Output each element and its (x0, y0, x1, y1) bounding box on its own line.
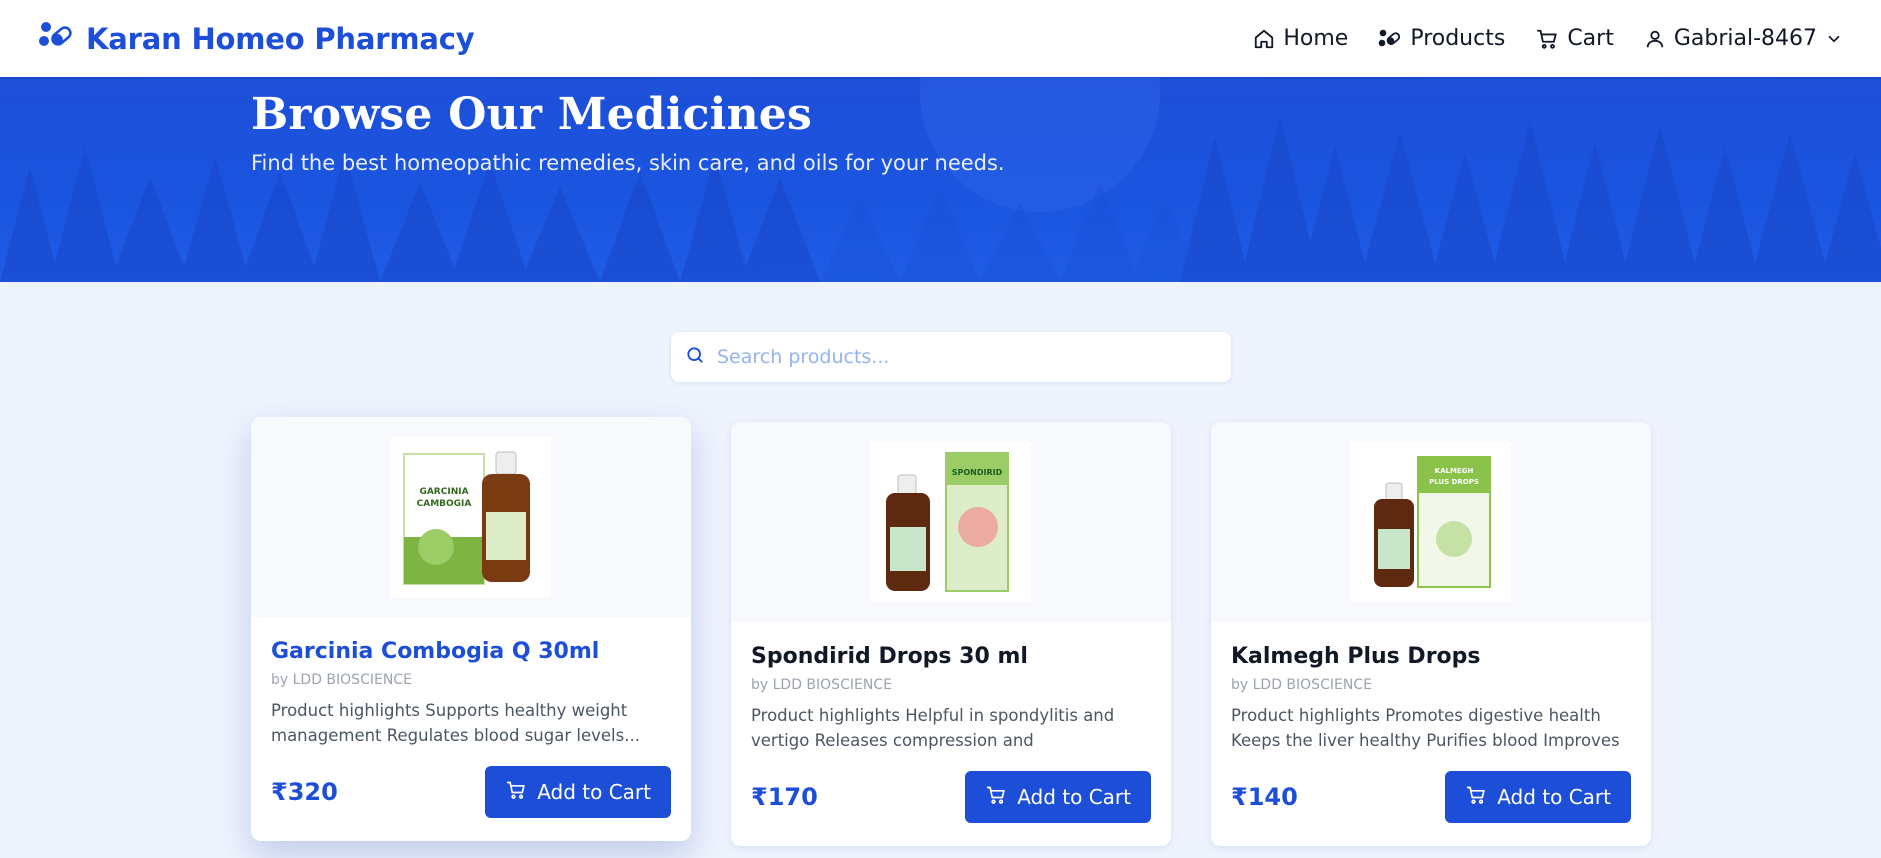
search-bar (671, 332, 1231, 382)
product-image[interactable]: GARCINIA CAMBOGIA (391, 437, 551, 597)
product-card[interactable]: SPONDIRID Spondirid Drops 30 ml by LDD B… (731, 422, 1171, 846)
product-description: Product highlights Promotes digestive he… (1231, 706, 1620, 750)
nav-products-label: Products (1410, 26, 1506, 51)
product-description: Product highlights Helpful in spondyliti… (751, 706, 1115, 750)
nav-home-label: Home (1283, 26, 1349, 51)
cart-icon (505, 780, 527, 805)
product-image[interactable]: KALMEGH PLUS DROPS (1351, 442, 1511, 602)
nav-cart[interactable]: Cart (1535, 26, 1614, 51)
nav-cart-label: Cart (1567, 26, 1614, 51)
cart-icon (985, 785, 1007, 810)
svg-text:KALMEGH: KALMEGH (1435, 467, 1474, 475)
search-input[interactable] (717, 346, 1197, 368)
page-title: Browse Our Medicines (251, 89, 812, 140)
cart-icon (1535, 28, 1559, 50)
page-subtitle: Find the best homeopathic remedies, skin… (251, 151, 1005, 175)
product-image-area: GARCINIA CAMBOGIA (251, 417, 691, 617)
user-name: Gabrial-8467 (1673, 26, 1817, 51)
hero-banner: Browse Our Medicines Find the best homeo… (0, 77, 1881, 282)
add-to-cart-button[interactable]: Add to Cart (485, 766, 671, 818)
product-name[interactable]: Garcinia Combogia Q 30ml (271, 639, 671, 664)
home-icon (1253, 28, 1275, 50)
product-brand: by LDD BIOSCIENCE (1231, 677, 1372, 693)
add-to-cart-label: Add to Cart (537, 780, 651, 804)
nav-home[interactable]: Home (1253, 26, 1348, 51)
svg-text:GARCINIA: GARCINIA (419, 487, 468, 497)
pills-icon (38, 20, 74, 57)
svg-text:SPONDIRID: SPONDIRID (952, 468, 1003, 477)
svg-text:CAMBOGIA: CAMBOGIA (417, 499, 472, 509)
product-image-area: SPONDIRID (731, 422, 1171, 622)
product-image[interactable]: SPONDIRID (871, 442, 1031, 602)
product-brand: by LDD BIOSCIENCE (271, 672, 412, 688)
main-nav: Home Products Cart Gabrial-8467 (1253, 26, 1843, 51)
chevron-down-icon (1825, 30, 1843, 48)
product-price: ₹170 (751, 783, 818, 811)
pills-icon (1378, 28, 1402, 50)
product-description: Product highlights Supports healthy weig… (271, 701, 640, 745)
brand-logo[interactable]: Karan Homeo Pharmacy (38, 20, 475, 57)
add-to-cart-label: Add to Cart (1497, 785, 1611, 809)
top-navbar: Karan Homeo Pharmacy Home Products Cart … (0, 0, 1881, 77)
user-menu[interactable]: Gabrial-8467 (1644, 26, 1843, 51)
add-to-cart-label: Add to Cart (1017, 785, 1131, 809)
add-to-cart-button[interactable]: Add to Cart (1445, 771, 1631, 823)
user-icon (1644, 28, 1666, 50)
search-icon (685, 345, 705, 370)
product-name[interactable]: Kalmegh Plus Drops (1231, 644, 1631, 669)
product-name[interactable]: Spondirid Drops 30 ml (751, 644, 1151, 669)
product-card[interactable]: KALMEGH PLUS DROPS Kalmegh Plus Drops by… (1211, 422, 1651, 846)
product-image-area: KALMEGH PLUS DROPS (1211, 422, 1651, 622)
svg-text:PLUS DROPS: PLUS DROPS (1429, 478, 1479, 486)
nav-products[interactable]: Products (1378, 26, 1505, 51)
brand-title: Karan Homeo Pharmacy (86, 21, 475, 56)
product-card[interactable]: GARCINIA CAMBOGIA Garcinia Combogia Q 30… (251, 417, 691, 841)
product-price: ₹140 (1231, 783, 1298, 811)
add-to-cart-button[interactable]: Add to Cart (965, 771, 1151, 823)
product-price: ₹320 (271, 778, 338, 806)
product-brand: by LDD BIOSCIENCE (751, 677, 892, 693)
cart-icon (1465, 785, 1487, 810)
